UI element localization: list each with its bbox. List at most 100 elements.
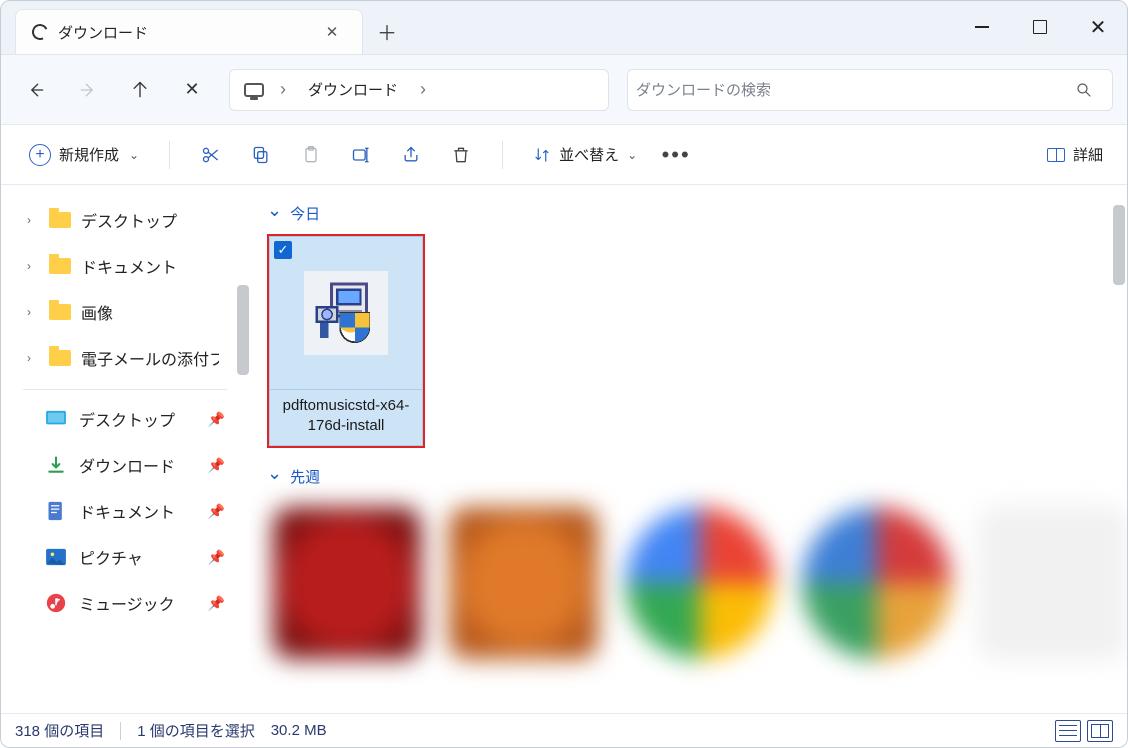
- more-button[interactable]: •••: [655, 135, 697, 175]
- details-pane-icon: [1047, 148, 1065, 162]
- group-lastweek: 先週: [249, 448, 1127, 659]
- new-tab-button[interactable]: ＋: [363, 9, 411, 54]
- quick-documents[interactable]: ドキュメント 📌: [1, 488, 249, 534]
- status-selection: 1 個の項目を選択: [137, 720, 255, 741]
- search-box[interactable]: ダウンロードの検索: [627, 69, 1113, 111]
- up-button[interactable]: [115, 66, 165, 114]
- pin-icon: 📌: [208, 549, 225, 566]
- tree-label: デスクトップ: [81, 208, 177, 232]
- tree-item-pictures-folder[interactable]: › 画像: [1, 289, 249, 335]
- view-list-button[interactable]: [1055, 720, 1081, 742]
- quick-desktop[interactable]: デスクトップ 📌: [1, 396, 249, 442]
- address-bar[interactable]: ダウンロード: [229, 69, 609, 111]
- chevron-down-icon: ⌄: [627, 148, 637, 162]
- quick-label: ミュージック: [79, 591, 175, 615]
- pin-icon: 📌: [208, 457, 225, 474]
- folder-icon: [49, 258, 71, 274]
- group-header-today[interactable]: 今日: [267, 197, 1127, 234]
- maximize-button[interactable]: [1011, 7, 1069, 47]
- group-today: 今日 ✓: [249, 185, 1127, 448]
- group-header-lastweek[interactable]: 先週: [267, 460, 1127, 497]
- tab-close-button[interactable]: ✕: [316, 23, 348, 41]
- chevron-right-icon: ›: [27, 213, 39, 227]
- tree-label: 画像: [81, 300, 113, 324]
- chevron-down-icon: ⌄: [129, 148, 139, 162]
- content-area: 今日 ✓: [249, 185, 1127, 713]
- tab-title: ダウンロード: [58, 22, 316, 43]
- blurred-item: [979, 507, 1127, 659]
- group-label: 今日: [290, 203, 320, 224]
- quick-label: ドキュメント: [79, 499, 175, 523]
- quick-music[interactable]: ミュージック 📌: [1, 580, 249, 626]
- new-button[interactable]: + 新規作成 ⌄: [19, 135, 149, 175]
- blurred-item: [273, 507, 421, 659]
- refresh-cancel-button[interactable]: ✕: [167, 66, 217, 114]
- quick-pictures[interactable]: ピクチャ 📌: [1, 534, 249, 580]
- chevron-right-icon: ›: [27, 305, 39, 319]
- tree-item-documents[interactable]: › ドキュメント: [1, 243, 249, 289]
- minimize-button[interactable]: [953, 7, 1011, 47]
- blurred-item: [449, 507, 597, 659]
- quick-label: ピクチャ: [79, 545, 143, 569]
- quick-downloads[interactable]: ダウンロード 📌: [1, 442, 249, 488]
- back-button[interactable]: [11, 66, 61, 114]
- new-button-label: 新規作成: [59, 144, 119, 165]
- ellipsis-icon: •••: [662, 142, 691, 168]
- view-switcher: [1055, 720, 1113, 742]
- tree-label: ドキュメント: [81, 254, 177, 278]
- quick-label: デスクトップ: [79, 407, 175, 431]
- folder-icon: [49, 350, 71, 366]
- details-pane-button[interactable]: 詳細: [1041, 135, 1109, 175]
- scissors-icon: [201, 145, 221, 165]
- sort-icon: [533, 146, 551, 164]
- sort-button[interactable]: 並べ替え ⌄: [523, 135, 647, 175]
- share-button[interactable]: [390, 135, 432, 175]
- chevron-down-icon: [267, 203, 282, 224]
- chevron-down-icon: [267, 466, 282, 487]
- sidebar: › デスクトップ › ドキュメント › 画像 › 電子メールの添付ファイル: [1, 185, 249, 713]
- pin-icon: 📌: [208, 503, 225, 520]
- selection-checkbox[interactable]: ✓: [274, 241, 292, 259]
- paste-button[interactable]: [290, 135, 332, 175]
- pictures-icon: [45, 548, 67, 566]
- nav-row: ✕ ダウンロード ダウンロードの検索: [1, 55, 1127, 125]
- breadcrumb-sep-icon: [276, 79, 290, 100]
- tree-label: 電子メールの添付ファイル: [81, 346, 219, 370]
- body: › デスクトップ › ドキュメント › 画像 › 電子メールの添付ファイル: [1, 185, 1127, 713]
- titlebar: ダウンロード ✕ ＋ ✕: [1, 1, 1127, 55]
- sort-label: 並べ替え: [559, 144, 619, 165]
- view-grid-button[interactable]: [1087, 720, 1113, 742]
- close-window-button[interactable]: ✕: [1069, 7, 1127, 47]
- tree-item-desktop[interactable]: › デスクトップ: [1, 197, 249, 243]
- search-icon[interactable]: [1064, 81, 1104, 99]
- folder-icon: [49, 212, 71, 228]
- tree-item-email-attachments[interactable]: › 電子メールの添付ファイル: [1, 335, 249, 381]
- blurred-files-row: [267, 497, 1127, 659]
- rename-button[interactable]: [340, 135, 382, 175]
- delete-button[interactable]: [440, 135, 482, 175]
- desktop-icon: [45, 410, 67, 428]
- loading-spinner-icon: [30, 22, 51, 43]
- blurred-item: [802, 507, 950, 659]
- share-icon: [401, 145, 421, 165]
- window-controls: ✕: [953, 1, 1127, 54]
- toolbar-separator: [502, 141, 503, 169]
- copy-button[interactable]: [240, 135, 282, 175]
- details-label: 詳細: [1073, 144, 1103, 165]
- group-label: 先週: [290, 466, 320, 487]
- file-thumbnail: ✓: [269, 236, 423, 390]
- toolbar: + 新規作成 ⌄: [1, 125, 1127, 185]
- forward-button[interactable]: [63, 66, 113, 114]
- sidebar-separator: [23, 389, 227, 390]
- tab-active[interactable]: ダウンロード ✕: [15, 9, 363, 54]
- arrow-up-icon: [130, 80, 150, 100]
- quick-label: ダウンロード: [79, 453, 175, 477]
- content-scrollbar[interactable]: [1113, 205, 1125, 285]
- cut-button[interactable]: [190, 135, 232, 175]
- status-separator: [120, 722, 121, 740]
- breadcrumb-item[interactable]: ダウンロード: [302, 79, 404, 100]
- rename-icon: [351, 145, 371, 165]
- trash-icon: [451, 145, 471, 165]
- file-item-selected[interactable]: ✓: [267, 234, 425, 448]
- sidebar-scrollbar[interactable]: [237, 285, 249, 375]
